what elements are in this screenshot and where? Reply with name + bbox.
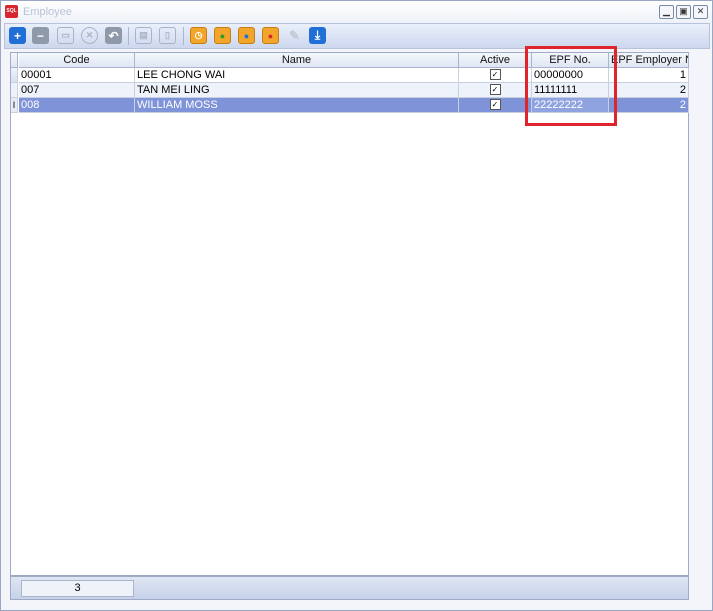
save-button[interactable]: ▭ <box>57 27 74 44</box>
new-button[interactable]: + <box>9 27 26 44</box>
cell-epf-no[interactable]: 22222222 <box>532 98 609 113</box>
employee-grid: Code Name Active EPF No. EPF Employer No… <box>10 52 689 576</box>
record-count: 3 <box>21 580 134 597</box>
row-indicator[interactable] <box>11 83 18 98</box>
active-checkbox[interactable]: ✓ <box>489 83 501 95</box>
edit-badge-icon: ● <box>243 30 250 41</box>
column-header-active[interactable]: Active <box>459 53 532 68</box>
clock-icon: ◷ <box>194 30 203 40</box>
cell-epf-no[interactable]: 00000000 <box>532 68 609 83</box>
report-edit-button[interactable]: ● <box>238 27 255 44</box>
row-edit-indicator-icon[interactable]: I <box>11 98 18 113</box>
toolbar: + − ▭ ✕ ↶ ▤ ▯ ◷ ● ● ● ✎ ⤓ <box>4 23 710 49</box>
minimize-button[interactable]: ▁ <box>659 5 674 19</box>
cell-code[interactable]: 00001 <box>19 68 135 83</box>
cancel-button[interactable]: ✕ <box>81 27 98 44</box>
app-logo-icon: SQL <box>5 5 18 18</box>
title-bar: SQL Employee ▁ ▣ ✕ <box>1 1 712 23</box>
toolbar-separator <box>183 27 184 45</box>
header-indicator <box>11 53 18 68</box>
column-header-epf-no[interactable]: EPF No. <box>532 53 609 68</box>
grid-header: Code Name Active EPF No. EPF Employer No <box>11 53 689 68</box>
preview-icon: ▯ <box>165 30 170 40</box>
table-row-selected[interactable]: I 008 WILLIAM MOSS ✓ 22222222 2 <box>11 98 689 113</box>
toolbar-separator <box>128 27 129 45</box>
print-button[interactable]: ▤ <box>135 27 152 44</box>
column-header-name[interactable]: Name <box>135 53 459 68</box>
export-icon: ⤓ <box>314 28 321 42</box>
close-button[interactable]: ✕ <box>693 5 708 19</box>
minus-icon: − <box>36 28 44 43</box>
print-preview-button[interactable]: ▯ <box>159 27 176 44</box>
cell-epf-employer-no[interactable]: 2 <box>609 83 689 98</box>
report-add-button[interactable]: ● <box>214 27 231 44</box>
undo-icon: ↶ <box>108 28 119 43</box>
table-row[interactable]: 007 TAN MEI LING ✓ 11111111 2 <box>11 83 689 98</box>
remove-badge-icon: ● <box>267 30 274 41</box>
delete-button[interactable]: − <box>32 27 49 44</box>
export-button[interactable]: ⤓ <box>309 27 326 44</box>
cell-code[interactable]: 007 <box>19 83 135 98</box>
grid-footer: 3 <box>10 576 689 600</box>
cell-code[interactable]: 008 <box>19 98 135 113</box>
window-title: Employee <box>23 6 72 18</box>
active-checkbox[interactable]: ✓ <box>489 98 501 110</box>
cell-active[interactable]: ✓ <box>459 98 532 113</box>
pencil-icon: ✎ <box>289 27 300 43</box>
column-header-epf-employer-no[interactable]: EPF Employer No <box>609 53 689 68</box>
cell-name[interactable]: LEE CHONG WAI <box>135 68 459 83</box>
column-header-code[interactable]: Code <box>19 53 135 68</box>
report-remove-button[interactable]: ● <box>262 27 279 44</box>
row-indicator[interactable] <box>11 68 18 83</box>
plus-icon: + <box>13 28 21 43</box>
cell-name[interactable]: TAN MEI LING <box>135 83 459 98</box>
printer-icon: ▤ <box>139 30 148 40</box>
table-row[interactable]: 00001 LEE CHONG WAI ✓ 00000000 1 <box>11 68 689 83</box>
add-badge-icon: ● <box>219 30 226 41</box>
cell-name[interactable]: WILLIAM MOSS <box>135 98 459 113</box>
cell-active[interactable]: ✓ <box>459 68 532 83</box>
edit-button[interactable]: ✎ <box>286 27 303 44</box>
cell-epf-employer-no[interactable]: 2 <box>609 98 689 113</box>
save-icon: ▭ <box>61 30 70 40</box>
cell-active[interactable]: ✓ <box>459 83 532 98</box>
undo-button[interactable]: ↶ <box>105 27 122 44</box>
active-checkbox[interactable]: ✓ <box>489 68 501 80</box>
report-clock-button[interactable]: ◷ <box>190 27 207 44</box>
cancel-icon: ✕ <box>85 30 94 40</box>
cell-epf-no[interactable]: 11111111 <box>532 83 609 98</box>
cell-epf-employer-no[interactable]: 1 <box>609 68 689 83</box>
maximize-button[interactable]: ▣ <box>676 5 691 19</box>
employee-window: SQL Employee ▁ ▣ ✕ + − ▭ ✕ ↶ ▤ ▯ ◷ ● ● ●… <box>0 0 713 611</box>
